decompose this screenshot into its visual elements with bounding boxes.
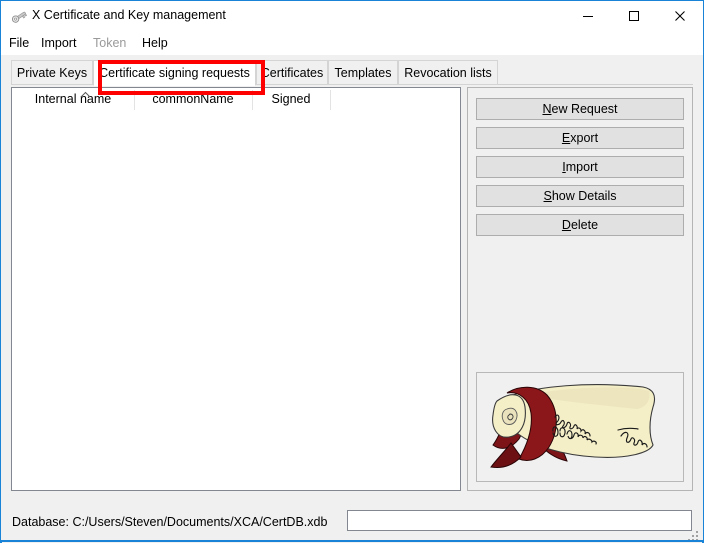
menu-bar: File Import Token Help xyxy=(1,31,703,55)
status-text-field[interactable] xyxy=(347,510,692,531)
column-header-signed[interactable]: Signed xyxy=(252,88,330,110)
list-header-row: Internal name commonName Signed xyxy=(12,87,460,114)
delete-button[interactable]: Delete xyxy=(476,214,684,236)
application-window: X Certificate and Key management File Im… xyxy=(0,0,704,543)
menu-item-help[interactable]: Help xyxy=(142,34,168,52)
column-header-internal-name[interactable]: Internal name xyxy=(12,88,134,110)
menu-item-file[interactable]: File xyxy=(9,34,29,52)
window-bottom-accent xyxy=(1,540,703,542)
csr-list-panel[interactable]: Internal name commonName Signed xyxy=(11,87,461,491)
column-header-commonname[interactable]: commonName xyxy=(134,88,252,110)
action-button-panel: New Request Export Import Show Details D… xyxy=(467,87,693,491)
window-title: X Certificate and Key management xyxy=(32,8,226,22)
status-bar: Database: C:/Users/Steven/Documents/XCA/… xyxy=(2,503,702,543)
minimize-button[interactable] xyxy=(565,1,611,31)
tab-bar: Private Keys Certificate signing request… xyxy=(11,60,693,95)
certificate-scroll-image xyxy=(490,384,656,468)
csr-list-body[interactable] xyxy=(12,110,460,490)
tab-revocation-lists[interactable]: Revocation lists xyxy=(398,60,498,85)
tab-certificate-signing-requests[interactable]: Certificate signing requests xyxy=(93,60,256,86)
maximize-icon xyxy=(628,10,640,22)
tab-private-keys[interactable]: Private Keys xyxy=(11,60,93,85)
close-button[interactable] xyxy=(657,1,703,31)
export-button[interactable]: Export xyxy=(476,127,684,149)
title-bar[interactable]: X Certificate and Key management xyxy=(1,1,703,31)
database-path-label: Database: C:/Users/Steven/Documents/XCA/… xyxy=(12,515,328,529)
menu-item-import[interactable]: Import xyxy=(41,34,76,52)
import-button[interactable]: Import xyxy=(476,156,684,178)
menu-item-token: Token xyxy=(93,36,127,50)
tab-templates[interactable]: Templates xyxy=(328,60,398,85)
show-details-button[interactable]: Show Details xyxy=(476,185,684,207)
certificate-scroll-frame xyxy=(476,372,684,482)
close-icon xyxy=(674,10,686,22)
key-icon xyxy=(10,8,28,26)
sort-ascending-icon xyxy=(80,87,91,98)
client-area: Private Keys Certificate signing request… xyxy=(2,55,702,503)
status-input[interactable] xyxy=(348,511,691,530)
maximize-button[interactable] xyxy=(611,1,657,31)
minimize-icon xyxy=(582,10,594,22)
new-request-button[interactable]: New Request xyxy=(476,98,684,120)
column-header-spacer[interactable] xyxy=(330,88,460,110)
tab-certificates[interactable]: Certificates xyxy=(256,60,328,85)
